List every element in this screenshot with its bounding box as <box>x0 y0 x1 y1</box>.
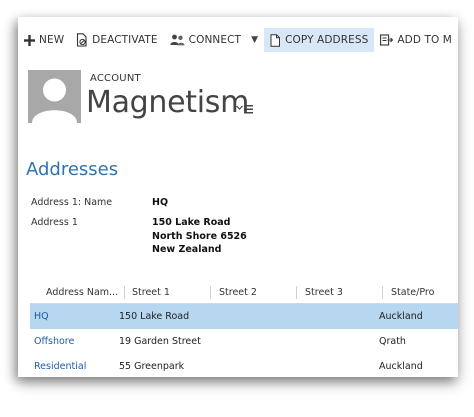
deactivate-button-label: DEACTIVATE <box>92 34 158 46</box>
state-cell: Auckland <box>379 361 423 372</box>
account-form-card: NEW DEACTIVATE CONNECT ▼ COPY ADDRESS AD… <box>18 17 458 377</box>
table-row[interactable]: Offshore 19 Garden Street Qrath <box>30 329 458 354</box>
address-name-link[interactable]: HQ <box>34 311 49 322</box>
column-divider[interactable] <box>382 286 383 299</box>
column-header-street3[interactable]: Street 3 <box>305 287 343 298</box>
connect-button-label: CONNECT <box>188 34 242 46</box>
address1-line-1: 150 Lake Road <box>152 217 231 228</box>
column-divider[interactable] <box>210 286 211 299</box>
addresses-grid: Address Nam... Street 1 Street 2 Street … <box>30 283 458 377</box>
address1-value[interactable]: 150 Lake Road North Shore 6526 New Zeala… <box>152 216 247 257</box>
deactivate-document-icon <box>77 33 87 47</box>
street1-cell: 150 Lake Road <box>119 311 190 322</box>
addresses-section-title: Addresses <box>26 159 119 180</box>
copy-document-icon <box>270 33 281 47</box>
add-to-button-label: ADD TO M <box>397 34 452 46</box>
plus-icon <box>24 34 35 46</box>
address-name-link[interactable]: Residential <box>34 361 86 372</box>
connect-button[interactable]: CONNECT <box>164 28 247 52</box>
people-icon <box>169 34 185 46</box>
address1-name-value[interactable]: HQ <box>152 196 168 210</box>
address1-label: Address 1 <box>31 217 78 228</box>
address1-line-2: North Shore 6526 <box>152 230 247 242</box>
add-to-list-icon <box>380 34 394 46</box>
column-header-street2[interactable]: Street 2 <box>219 287 257 298</box>
new-button[interactable]: NEW <box>18 28 70 52</box>
column-divider[interactable] <box>296 286 297 299</box>
account-avatar[interactable] <box>28 70 81 123</box>
street1-cell: 55 Greenpark <box>119 361 185 372</box>
table-row[interactable]: HQ 150 Lake Road Auckland <box>30 304 458 329</box>
column-divider[interactable] <box>124 286 125 299</box>
entity-type-label: ACCOUNT <box>90 73 141 84</box>
default-person-icon <box>32 78 77 123</box>
state-cell: Auckland <box>379 311 423 322</box>
column-header-address-name[interactable]: Address Nam... <box>46 287 118 298</box>
copy-address-button[interactable]: COPY ADDRESS <box>264 28 375 52</box>
column-header-state[interactable]: State/Pro <box>391 287 434 298</box>
address1-line-3: New Zealand <box>152 244 222 255</box>
column-header-street1[interactable]: Street 1 <box>132 287 170 298</box>
table-row[interactable]: Residential 55 Greenpark Auckland <box>30 354 458 377</box>
state-cell: Qrath <box>379 336 406 347</box>
add-to-button[interactable]: ADD TO M <box>374 28 458 52</box>
form-selector-menu-icon[interactable] <box>236 103 254 115</box>
record-title: Magnetism <box>86 85 250 120</box>
address-name-link[interactable]: Offshore <box>34 336 74 347</box>
street1-cell: 19 Garden Street <box>119 336 201 347</box>
new-button-label: NEW <box>39 34 65 46</box>
address1-name-label: Address 1: Name <box>31 197 113 208</box>
connect-dropdown-chevron-icon[interactable]: ▼ <box>247 35 264 45</box>
command-bar: NEW DEACTIVATE CONNECT ▼ COPY ADDRESS AD… <box>18 26 458 54</box>
deactivate-button[interactable]: DEACTIVATE <box>70 28 164 52</box>
grid-header-row: Address Nam... Street 1 Street 2 Street … <box>30 283 458 304</box>
copy-address-button-label: COPY ADDRESS <box>285 34 369 46</box>
